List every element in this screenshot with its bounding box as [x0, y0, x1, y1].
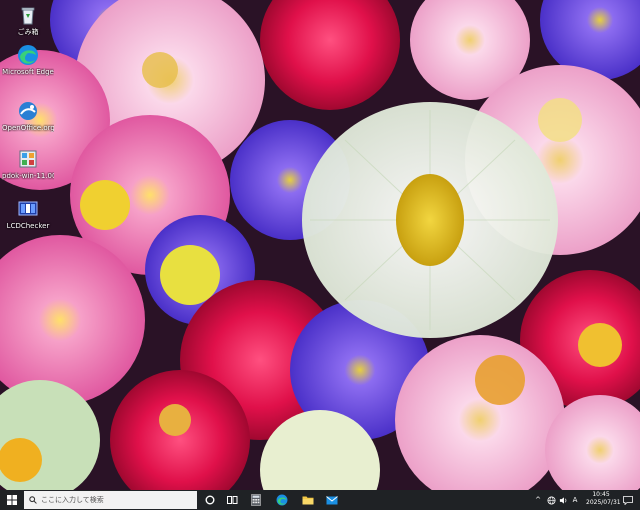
file-explorer-button[interactable] [298, 490, 318, 510]
network-globe-icon [546, 495, 556, 505]
edge-icon [17, 44, 39, 66]
mail-button[interactable] [322, 490, 342, 510]
installer-icon [17, 148, 39, 170]
desktop-icon-openoffice[interactable]: OpenOffice.org 4.1 [2, 100, 54, 132]
edge-taskbar-button[interactable] [272, 490, 292, 510]
search-input[interactable] [41, 496, 191, 504]
lcdchecker-icon [17, 198, 39, 220]
task-view-icon [226, 496, 237, 504]
recycle-bin-icon [17, 4, 39, 26]
tray-chevron: ^ [535, 496, 541, 504]
desktop-icon-pdok[interactable]: pdok-win-11.0000 (ファイル) [2, 148, 54, 180]
ime-mode-button[interactable]: A [569, 490, 581, 510]
desktop-icon-label: Microsoft Edge [2, 68, 54, 76]
volume-button[interactable] [557, 490, 569, 510]
desktop[interactable]: ごみ箱 Microsoft Edge OpenOffice.org 4.1 [0, 0, 640, 490]
cortana-icon [205, 495, 215, 505]
network-button[interactable] [545, 490, 557, 510]
search-icon [29, 496, 37, 504]
action-center-button[interactable] [620, 492, 636, 508]
flower-wallpaper [0, 0, 640, 490]
desktop-icon-label: pdok-win-11.0000 (ファイル) [2, 172, 54, 180]
clock-date: 2025/07/31 [586, 499, 621, 506]
ime-mode-indicator: A [572, 496, 578, 504]
desktop-icon-label: LCDChecker [6, 222, 50, 230]
windows-logo-icon [7, 495, 17, 505]
desktop-icon-label: OpenOffice.org 4.1 [2, 124, 54, 132]
desktop-icon-edge[interactable]: Microsoft Edge [2, 44, 54, 76]
cortana-button[interactable] [200, 490, 220, 510]
openoffice-icon [17, 100, 39, 122]
mail-icon [326, 495, 338, 504]
clock[interactable]: 10:45 2025/07/31 [586, 491, 621, 509]
show-hidden-icons-button[interactable]: ^ [532, 490, 544, 510]
clock-time: 10:45 [592, 491, 610, 498]
calculator-button[interactable] [246, 490, 266, 510]
task-view-button[interactable] [222, 490, 242, 510]
desktop-icon-recycle-bin[interactable]: ごみ箱 [2, 4, 54, 36]
taskbar-search-box[interactable] [24, 491, 197, 509]
notification-icon [623, 495, 633, 505]
folder-icon [302, 496, 314, 505]
taskbar: ^ A 10:45 2025/07/31 [0, 490, 640, 510]
speaker-icon [559, 496, 566, 504]
desktop-icon-label: ごみ箱 [17, 28, 39, 36]
calculator-icon [251, 494, 261, 506]
edge-icon [276, 494, 288, 506]
start-button[interactable] [0, 490, 24, 510]
desktop-icon-lcdchecker[interactable]: LCDChecker [2, 198, 54, 230]
